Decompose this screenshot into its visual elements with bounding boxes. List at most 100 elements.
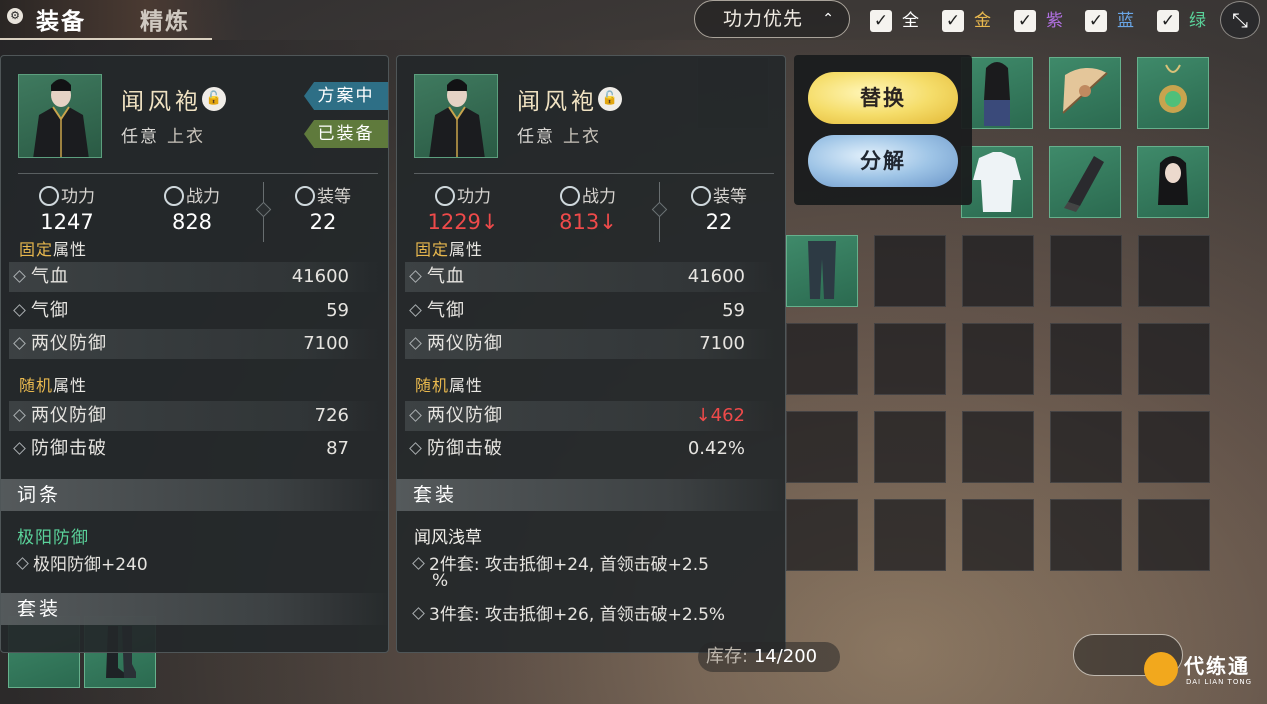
settings-icon[interactable]: ⚙ — [7, 8, 23, 24]
attr-row: 两仪防御 7100 — [405, 329, 775, 359]
inventory-slot[interactable] — [874, 235, 946, 307]
female-portrait-icon — [1158, 156, 1188, 205]
female-portrait-icon — [984, 62, 1010, 126]
attr-name: 气御 — [427, 300, 465, 321]
random-attr-label: 随机属性 — [415, 372, 483, 396]
item-name: 闻风袍 — [121, 89, 202, 115]
collapse-icon[interactable]: ⤡ — [1220, 1, 1260, 39]
stat-value: 22 — [309, 210, 337, 234]
watermark-title: 代练通 — [1184, 654, 1250, 678]
attr-value: ↓462 — [695, 405, 745, 426]
inventory-value: 14/200 — [753, 646, 818, 667]
diamond-icon — [409, 337, 422, 350]
checkbox-icon[interactable]: ✓ — [1085, 10, 1107, 32]
gauntlet-icon — [1064, 156, 1104, 212]
label-highlight: 固定 — [19, 240, 54, 259]
item-slot-label: 上衣 — [563, 127, 601, 147]
label-highlight: 随机 — [415, 376, 450, 395]
attr-row: 两仪防御 726 — [9, 401, 379, 431]
inventory-slot[interactable] — [874, 499, 946, 571]
pants-icon — [808, 241, 836, 299]
diamond-icon — [13, 270, 26, 283]
checkbox-icon[interactable]: ✓ — [1157, 10, 1179, 32]
combat-icon — [164, 186, 184, 206]
unlock-icon[interactable]: 🔓 — [598, 87, 622, 111]
set-bonus-line: 2件套: 攻击抵御+24, 首领击破+2.5 — [412, 550, 709, 575]
checkbox-icon[interactable]: ✓ — [942, 10, 964, 32]
attr-name: 两仪防御 — [427, 333, 503, 354]
filter-label: 金 — [974, 11, 991, 31]
affix-title: 极阳防御 — [17, 528, 89, 548]
inventory-slot[interactable] — [962, 411, 1034, 483]
label-text: 属性 — [53, 376, 88, 395]
swap-button[interactable]: 替换 — [808, 72, 958, 124]
white-robe-icon — [973, 152, 1021, 212]
tab-underline — [0, 38, 212, 40]
set-bonus-line-wrap: % — [432, 571, 449, 591]
attr-name: 两仪防御 — [31, 333, 107, 354]
attr-value: 59 — [722, 300, 745, 321]
diamond-icon — [13, 304, 26, 317]
set-bonus-text: 3件套: 攻击抵御+26, 首领击破+2.5% — [429, 605, 726, 625]
robe-portrait-icon — [429, 79, 485, 157]
fixed-attr-label: 固定属性 — [415, 236, 483, 260]
attr-name: 两仪防御 — [31, 405, 107, 426]
level-icon — [691, 186, 711, 206]
inventory-slot[interactable] — [962, 235, 1034, 307]
inventory-slot[interactable] — [962, 323, 1034, 395]
equipped-item-panel: 闻风袍 🔓 任意 上衣 方案中 已装备 功力 1247 战力 828 装等 22 … — [0, 55, 389, 653]
inventory-slot[interactable] — [1138, 235, 1210, 307]
attr-value: 7100 — [699, 333, 745, 354]
stat-value: 813↓ — [559, 210, 617, 234]
filter-label: 蓝 — [1117, 11, 1134, 31]
diamond-icon — [16, 557, 29, 570]
tab-area: ⚙ 装备 精炼 — [0, 0, 245, 40]
inventory-slot[interactable] — [1050, 411, 1122, 483]
inventory-slot[interactable] — [1137, 146, 1209, 218]
diamond-icon — [409, 304, 422, 317]
inventory-slot[interactable] — [786, 411, 858, 483]
inventory-slot[interactable] — [1050, 323, 1122, 395]
checkbox-icon[interactable]: ✓ — [870, 10, 892, 32]
sort-label: 功力优先 — [723, 8, 804, 30]
inventory-slot[interactable] — [1138, 411, 1210, 483]
inventory-slot[interactable] — [1138, 323, 1210, 395]
combat-icon — [560, 186, 580, 206]
equipped-tag: 已装备 — [304, 120, 388, 148]
attr-value: 0.42% — [687, 438, 745, 459]
sort-dropdown[interactable]: 功力优先 ⌃ — [694, 0, 850, 38]
chevron-up-icon: ⌃ — [822, 11, 835, 27]
inventory-slot[interactable] — [1049, 146, 1121, 218]
set-header: 套装 — [1, 593, 388, 625]
inventory-slot[interactable] — [874, 411, 946, 483]
inventory-slot[interactable] — [874, 323, 946, 395]
checkbox-icon[interactable]: ✓ — [1014, 10, 1036, 32]
top-bar: ⚙ 装备 精炼 功力优先 ⌃ ✓ 全 ✓ 金 ✓ 紫 ✓ 蓝 ✓ 绿 ⤡ — [0, 0, 1267, 40]
attr-row: 气御 59 — [9, 296, 379, 326]
fixed-attr-label: 固定属性 — [19, 236, 87, 260]
item-portrait — [18, 74, 102, 158]
stat-value: 22 — [705, 210, 733, 234]
action-popup: 替换 分解 — [794, 55, 972, 205]
stat-label: 战力 — [186, 187, 220, 207]
inventory-slot[interactable] — [1137, 57, 1209, 129]
inventory-slot[interactable] — [1050, 235, 1122, 307]
inventory-slot[interactable] — [1049, 57, 1121, 129]
unlock-icon[interactable]: 🔓 — [202, 87, 226, 111]
stat-level: 装等 22 — [268, 186, 378, 234]
label-highlight: 固定 — [415, 240, 450, 259]
inventory-slot[interactable] — [1138, 499, 1210, 571]
tab-equip[interactable]: 装备 — [36, 2, 86, 36]
inventory-slot[interactable] — [962, 499, 1034, 571]
attr-value: 41600 — [687, 266, 745, 287]
tab-refine[interactable]: 精炼 — [140, 2, 190, 36]
inventory-slot[interactable] — [786, 235, 858, 307]
inventory-slot[interactable] — [1050, 499, 1122, 571]
filter-label: 绿 — [1189, 11, 1206, 31]
stat-value: 1229↓ — [427, 210, 499, 234]
dismantle-button[interactable]: 分解 — [808, 135, 958, 187]
inventory-slot[interactable] — [786, 499, 858, 571]
inventory-slot[interactable] — [786, 323, 858, 395]
item-name: 闻风袍 — [517, 89, 598, 115]
label-text: 属性 — [449, 240, 484, 259]
